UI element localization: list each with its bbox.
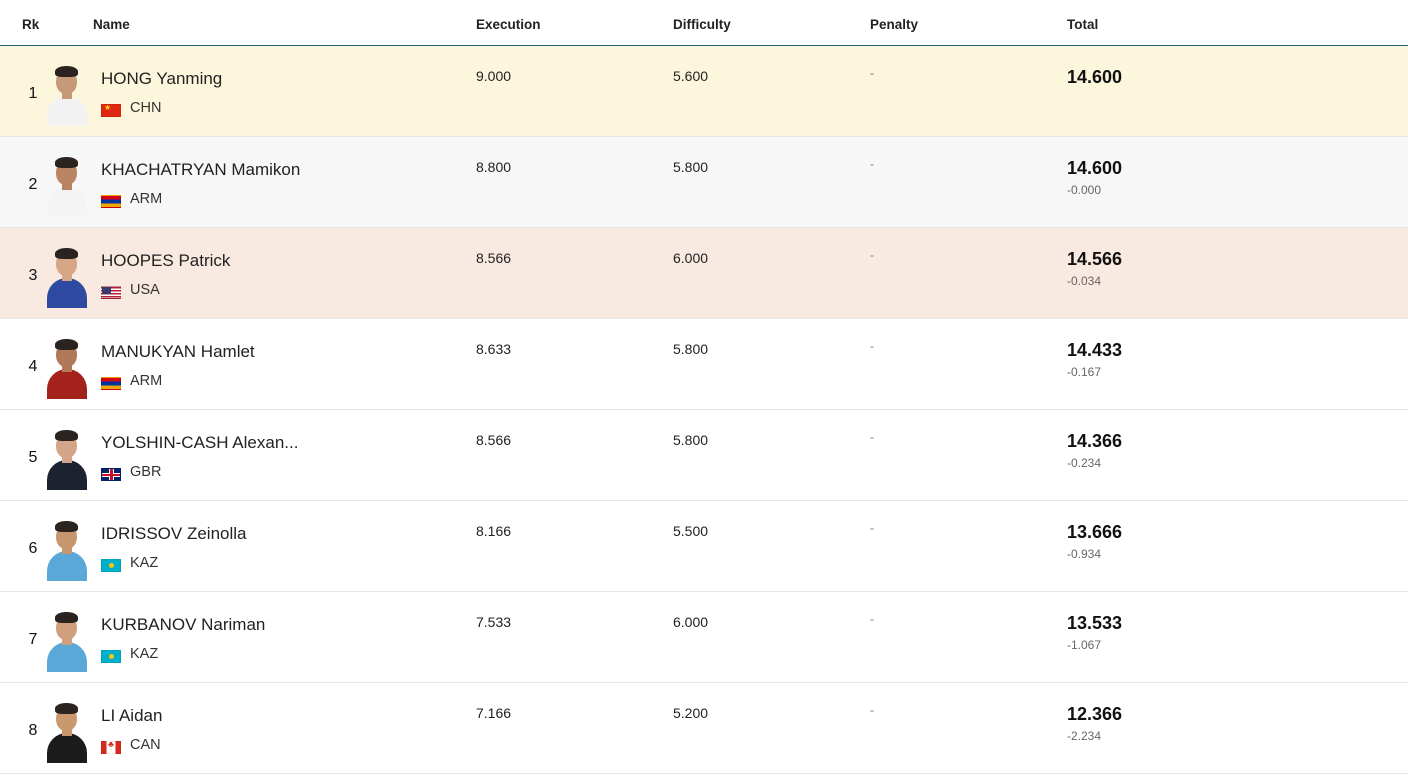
execution-score: 8.566 xyxy=(476,432,512,448)
difficulty-score: 5.500 xyxy=(673,523,709,539)
total-score: 13.666 xyxy=(1067,522,1123,542)
penalty-score: - xyxy=(870,612,874,626)
total-score: 14.433 xyxy=(1067,340,1123,360)
country-flag-icon xyxy=(101,650,121,663)
rank-number: 3 xyxy=(28,267,38,284)
athlete-name[interactable]: LI Aidan xyxy=(101,706,162,726)
column-header-name[interactable]: Name xyxy=(93,17,130,32)
athlete-avatar xyxy=(47,245,87,308)
table-row[interactable]: 4 MANUKYAN Hamlet ARM 8.633 5.800 - 14.4… xyxy=(0,319,1408,410)
athlete-avatar xyxy=(47,336,87,399)
country-flag-icon xyxy=(101,104,121,117)
country-flag-icon xyxy=(101,559,121,572)
column-header-rank[interactable]: Rk xyxy=(22,17,39,32)
rank-number: 7 xyxy=(28,631,38,648)
athlete-name[interactable]: IDRISSOV Zeinolla xyxy=(101,524,247,544)
difficulty-score: 5.800 xyxy=(673,159,709,175)
behind-leader: -2.234 xyxy=(1067,729,1102,743)
table-header: Rk Name Execution Difficulty Penalty Tot… xyxy=(0,0,1408,46)
total-score: 14.366 xyxy=(1067,431,1123,451)
total-score: 12.366 xyxy=(1067,704,1123,724)
country-flag-icon xyxy=(101,286,121,299)
difficulty-score: 5.800 xyxy=(673,432,709,448)
athlete-name[interactable]: HONG Yanming xyxy=(101,69,222,89)
rank-number: 2 xyxy=(28,176,38,193)
execution-score: 8.800 xyxy=(476,159,512,175)
country-code: GBR xyxy=(130,464,162,480)
difficulty-score: 5.800 xyxy=(673,341,709,357)
country-code: KAZ xyxy=(130,646,159,662)
rank-number: 5 xyxy=(28,449,38,466)
table-row[interactable]: 2 KHACHATRYAN Mamikon ARM 8.800 5.800 - … xyxy=(0,137,1408,228)
country-code: ARM xyxy=(130,191,163,207)
penalty-score: - xyxy=(870,521,874,535)
penalty-score: - xyxy=(870,430,874,444)
athlete-avatar xyxy=(47,427,87,490)
behind-leader: -0.034 xyxy=(1067,274,1102,288)
athlete-avatar xyxy=(47,63,87,126)
athlete-name[interactable]: YOLSHIN-CASH Alexan... xyxy=(101,433,298,453)
execution-score: 8.633 xyxy=(476,341,512,357)
column-header-penalty[interactable]: Penalty xyxy=(870,17,918,32)
difficulty-score: 6.000 xyxy=(673,250,709,266)
penalty-score: - xyxy=(870,66,874,80)
rank-number: 8 xyxy=(28,722,38,739)
athlete-avatar xyxy=(47,518,87,581)
penalty-score: - xyxy=(870,157,874,171)
athlete-name[interactable]: HOOPES Patrick xyxy=(101,251,230,271)
execution-score: 7.533 xyxy=(476,614,512,630)
difficulty-score: 6.000 xyxy=(673,614,709,630)
country-code: USA xyxy=(130,282,160,298)
athlete-name[interactable]: KHACHATRYAN Mamikon xyxy=(101,160,300,180)
behind-leader: -0.167 xyxy=(1067,365,1102,379)
column-header-difficulty[interactable]: Difficulty xyxy=(673,17,731,32)
athlete-avatar xyxy=(47,700,87,763)
rank-number: 6 xyxy=(28,540,38,557)
behind-leader: -0.000 xyxy=(1067,183,1102,197)
rank-number: 4 xyxy=(28,358,38,375)
table-row[interactable]: 1 HONG Yanming CHN 9.000 5.600 - 14.600 xyxy=(0,46,1408,137)
country-flag-icon xyxy=(101,377,121,390)
country-code: CHN xyxy=(130,100,162,116)
table-row[interactable]: 6 IDRISSOV Zeinolla KAZ 8.166 5.500 - 13… xyxy=(0,501,1408,592)
athlete-avatar xyxy=(47,154,87,217)
execution-score: 8.166 xyxy=(476,523,512,539)
behind-leader: -1.067 xyxy=(1067,638,1102,652)
country-flag-icon xyxy=(101,741,121,754)
penalty-score: - xyxy=(870,339,874,353)
execution-score: 8.566 xyxy=(476,250,512,266)
difficulty-score: 5.200 xyxy=(673,705,709,721)
country-code: CAN xyxy=(130,737,161,753)
total-score: 14.600 xyxy=(1067,67,1123,87)
execution-score: 7.166 xyxy=(476,705,512,721)
country-code: KAZ xyxy=(130,555,159,571)
total-score: 14.600 xyxy=(1067,158,1123,178)
athlete-name[interactable]: MANUKYAN Hamlet xyxy=(101,342,255,362)
behind-leader: -0.234 xyxy=(1067,456,1102,470)
country-flag-icon xyxy=(101,195,121,208)
execution-score: 9.000 xyxy=(476,68,512,84)
table-row[interactable]: 7 KURBANOV Nariman KAZ 7.533 6.000 - 13.… xyxy=(0,592,1408,683)
table-row[interactable]: 5 YOLSHIN-CASH Alexan... GBR 8.566 5.800… xyxy=(0,410,1408,501)
total-score: 13.533 xyxy=(1067,613,1123,633)
rank-number: 1 xyxy=(28,85,38,102)
country-code: ARM xyxy=(130,373,163,389)
athlete-name[interactable]: KURBANOV Nariman xyxy=(101,615,265,635)
athlete-avatar xyxy=(47,609,87,672)
results-table: Rk Name Execution Difficulty Penalty Tot… xyxy=(0,0,1408,774)
behind-leader: -0.934 xyxy=(1067,547,1102,561)
total-score: 14.566 xyxy=(1067,249,1123,269)
penalty-score: - xyxy=(870,248,874,262)
country-flag-icon xyxy=(101,468,121,481)
difficulty-score: 5.600 xyxy=(673,68,709,84)
column-header-total[interactable]: Total xyxy=(1067,17,1098,32)
column-header-execution[interactable]: Execution xyxy=(476,17,541,32)
table-row[interactable]: 8 LI Aidan CAN 7.166 5.200 - 12.366 -2.2… xyxy=(0,683,1408,774)
penalty-score: - xyxy=(870,703,874,717)
table-row[interactable]: 3 HOOPES Patrick USA 8.566 6.000 - 14.56… xyxy=(0,228,1408,319)
table-body: 1 HONG Yanming CHN 9.000 5.600 - 14.600 … xyxy=(0,46,1408,774)
